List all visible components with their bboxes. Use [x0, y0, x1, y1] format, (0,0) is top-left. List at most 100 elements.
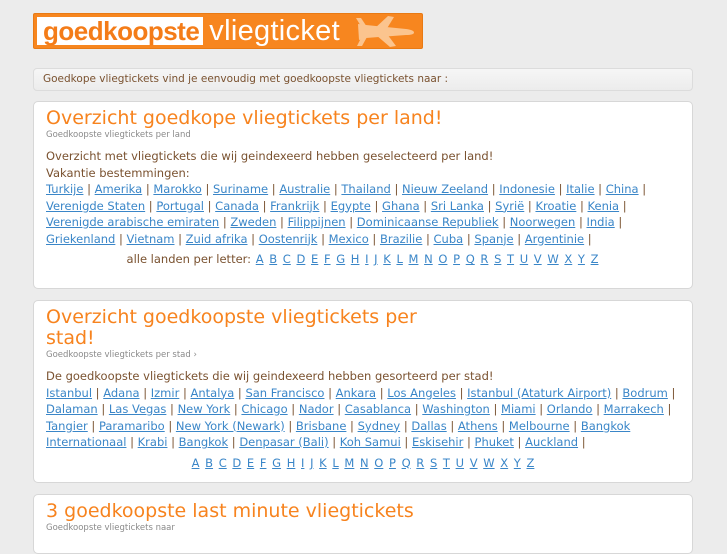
city-letter-link[interactable]: X	[500, 456, 508, 470]
city-link[interactable]: Casablanca	[345, 402, 411, 416]
country-link[interactable]: Dominicaanse Republiek	[357, 215, 499, 229]
city-link[interactable]: Brisbane	[296, 419, 347, 433]
city-link[interactable]: Washington	[422, 402, 490, 416]
country-link[interactable]: Portugal	[156, 199, 204, 213]
country-link[interactable]: Kenia	[588, 199, 620, 213]
country-link[interactable]: Australie	[279, 182, 330, 196]
country-letter-link[interactable]: O	[438, 252, 447, 266]
country-letter-link[interactable]: G	[336, 252, 345, 266]
city-link[interactable]: Denpasar (Bali)	[239, 435, 328, 449]
country-link[interactable]: Zuid afrika	[186, 232, 248, 246]
country-link[interactable]: Thailand	[341, 182, 390, 196]
country-link[interactable]: Kroatie	[535, 199, 576, 213]
city-letter-link[interactable]: J	[310, 456, 313, 470]
city-link[interactable]: Paramaribo	[99, 419, 165, 433]
country-link[interactable]: Noorwegen	[510, 215, 576, 229]
city-letter-link[interactable]: Z	[526, 456, 534, 470]
cities-subtitle[interactable]: Goedkoopste vliegtickets per stad ›	[46, 350, 680, 360]
country-letter-link[interactable]: A	[256, 252, 264, 266]
country-letter-link[interactable]: S	[494, 252, 501, 266]
city-link[interactable]: Auckland	[525, 435, 578, 449]
country-link[interactable]: Italie	[566, 182, 594, 196]
city-letter-link[interactable]: P	[389, 456, 396, 470]
city-letter-link[interactable]: D	[232, 456, 241, 470]
country-link[interactable]: Amerika	[95, 182, 143, 196]
city-letter-link[interactable]: Q	[402, 456, 411, 470]
city-link[interactable]: Orlando	[547, 402, 593, 416]
country-letter-link[interactable]: T	[507, 252, 514, 266]
city-letter-link[interactable]: L	[332, 456, 338, 470]
city-letter-link[interactable]: R	[416, 456, 424, 470]
country-link[interactable]: Brazilie	[380, 232, 422, 246]
country-link[interactable]: Turkije	[46, 182, 83, 196]
city-link[interactable]: Istanbul (Ataturk Airport)	[467, 386, 611, 400]
country-link[interactable]: Frankrijk	[270, 199, 319, 213]
city-link[interactable]: San Francisco	[245, 386, 324, 400]
city-letter-link[interactable]: A	[192, 456, 200, 470]
country-link[interactable]: Mexico	[329, 232, 369, 246]
country-letter-link[interactable]: K	[383, 252, 391, 266]
country-link[interactable]: Cuba	[434, 232, 464, 246]
country-letter-link[interactable]: F	[324, 252, 331, 266]
country-link[interactable]: Verenigde arabische emiraten	[46, 215, 219, 229]
country-letter-link[interactable]: X	[564, 252, 572, 266]
country-letter-link[interactable]: Z	[591, 252, 599, 266]
city-link[interactable]: Izmir	[151, 386, 180, 400]
city-letter-link[interactable]: N	[360, 456, 369, 470]
country-letter-link[interactable]: V	[534, 252, 542, 266]
city-link[interactable]: Krabi	[138, 435, 168, 449]
city-letter-link[interactable]: E	[247, 456, 254, 470]
country-link[interactable]: Spanje	[474, 232, 513, 246]
country-letter-link[interactable]: E	[311, 252, 318, 266]
city-letter-link[interactable]: I	[301, 456, 304, 470]
city-link[interactable]: Dalaman	[46, 402, 98, 416]
country-letter-link[interactable]: I	[365, 252, 368, 266]
city-link[interactable]: Chicago	[241, 402, 287, 416]
city-link[interactable]: Tangier	[46, 419, 88, 433]
city-link[interactable]: Athens	[458, 419, 498, 433]
city-link[interactable]: Bodrum	[622, 386, 667, 400]
country-letter-link[interactable]: C	[283, 252, 291, 266]
country-link[interactable]: Filippijnen	[288, 215, 346, 229]
city-link[interactable]: Koh Samui	[340, 435, 401, 449]
country-letter-link[interactable]: Y	[578, 252, 585, 266]
country-link[interactable]: Griekenland	[46, 232, 115, 246]
country-link[interactable]: China	[606, 182, 639, 196]
country-link[interactable]: India	[586, 215, 614, 229]
city-letter-link[interactable]: G	[272, 456, 281, 470]
country-link[interactable]: Ghana	[382, 199, 420, 213]
country-link[interactable]: Nieuw Zeeland	[402, 182, 488, 196]
country-letter-link[interactable]: N	[424, 252, 433, 266]
city-link[interactable]: Marrakech	[604, 402, 664, 416]
country-letter-link[interactable]: M	[409, 252, 419, 266]
city-letter-link[interactable]: H	[287, 456, 296, 470]
city-link[interactable]: Istanbul	[46, 386, 92, 400]
city-link[interactable]: Nador	[299, 402, 334, 416]
city-link[interactable]: Adana	[103, 386, 139, 400]
site-logo[interactable]: goedkoopste vliegticket	[33, 13, 423, 49]
country-letter-link[interactable]: U	[520, 252, 528, 266]
country-letter-link[interactable]: J	[374, 252, 377, 266]
city-letter-link[interactable]: V	[470, 456, 478, 470]
city-link[interactable]: Melbourne	[509, 419, 570, 433]
country-link[interactable]: Indonesie	[499, 182, 555, 196]
country-link[interactable]: Zweden	[230, 215, 276, 229]
city-letter-link[interactable]: K	[319, 456, 327, 470]
city-link[interactable]: Bangkok	[179, 435, 228, 449]
country-link[interactable]: Verenigde Staten	[46, 199, 145, 213]
city-link[interactable]: Eskisehir	[412, 435, 463, 449]
city-link[interactable]: New York	[178, 402, 231, 416]
country-letter-link[interactable]: B	[269, 252, 277, 266]
country-link[interactable]: Syrië	[495, 199, 524, 213]
city-letter-link[interactable]: O	[374, 456, 383, 470]
city-letter-link[interactable]: U	[456, 456, 464, 470]
country-letter-link[interactable]: R	[480, 252, 488, 266]
city-link[interactable]: Dallas	[411, 419, 446, 433]
country-link[interactable]: Vietnam	[127, 232, 175, 246]
city-letter-link[interactable]: F	[260, 456, 267, 470]
country-link[interactable]: Argentinie	[525, 232, 584, 246]
country-link[interactable]: Suriname	[213, 182, 268, 196]
country-letter-link[interactable]: L	[396, 252, 402, 266]
country-letter-link[interactable]: Q	[466, 252, 475, 266]
country-letter-link[interactable]: W	[547, 252, 558, 266]
